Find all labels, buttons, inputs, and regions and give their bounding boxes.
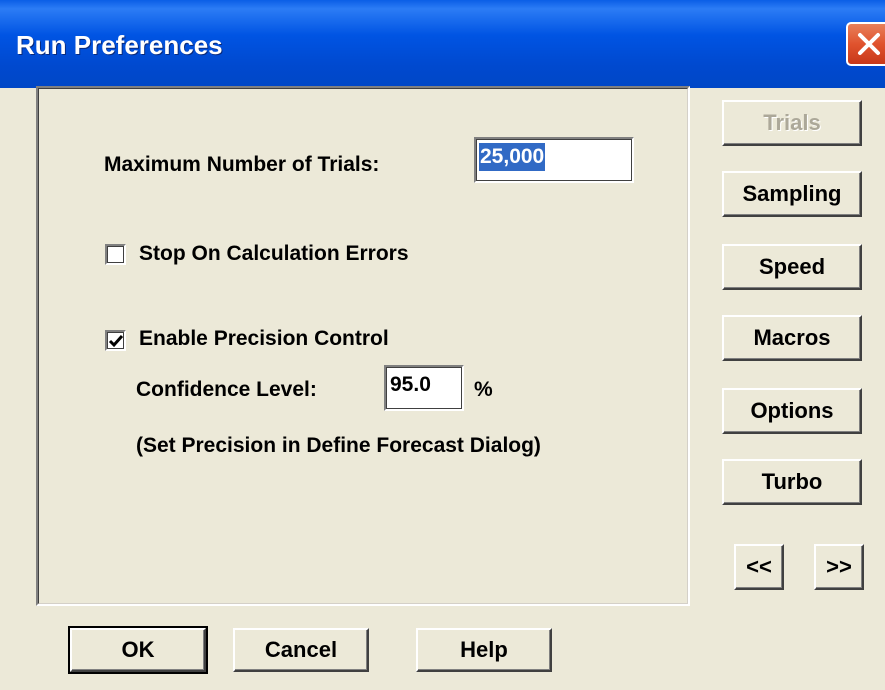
confidence-input[interactable]: 95.0 bbox=[384, 365, 464, 411]
window-title: Run Preferences bbox=[16, 30, 223, 60]
precision-note: (Set Precision in Define Forecast Dialog… bbox=[136, 434, 541, 457]
max-trials-label: Maximum Number of Trials: bbox=[104, 153, 380, 176]
title-bar: Run Preferences bbox=[0, 0, 885, 88]
options-button[interactable]: Options bbox=[722, 388, 862, 434]
close-button[interactable] bbox=[846, 22, 885, 66]
sampling-button[interactable]: Sampling bbox=[722, 171, 862, 217]
max-trials-input[interactable]: 25,000 bbox=[474, 137, 634, 183]
next-button[interactable]: >> bbox=[814, 544, 864, 590]
close-icon bbox=[858, 33, 880, 55]
stop-errors-checkbox[interactable] bbox=[105, 244, 126, 265]
speed-button[interactable]: Speed bbox=[722, 244, 862, 290]
precision-label: Enable Precision Control bbox=[139, 327, 389, 350]
stop-errors-label: Stop On Calculation Errors bbox=[139, 242, 409, 265]
percent-label: % bbox=[474, 378, 493, 401]
checkmark-icon bbox=[108, 335, 124, 348]
cancel-button[interactable]: Cancel bbox=[233, 628, 369, 672]
trials-button[interactable]: Trials bbox=[722, 100, 862, 146]
precision-checkbox[interactable] bbox=[105, 330, 126, 351]
max-trials-value: 25,000 bbox=[479, 143, 546, 171]
help-button[interactable]: Help bbox=[416, 628, 552, 672]
confidence-label: Confidence Level: bbox=[136, 378, 317, 401]
macros-button[interactable]: Macros bbox=[722, 315, 862, 361]
ok-button[interactable]: OK bbox=[68, 626, 208, 674]
turbo-button[interactable]: Turbo bbox=[722, 459, 862, 505]
prev-button[interactable]: << bbox=[734, 544, 784, 590]
confidence-value: 95.0 bbox=[390, 373, 431, 396]
